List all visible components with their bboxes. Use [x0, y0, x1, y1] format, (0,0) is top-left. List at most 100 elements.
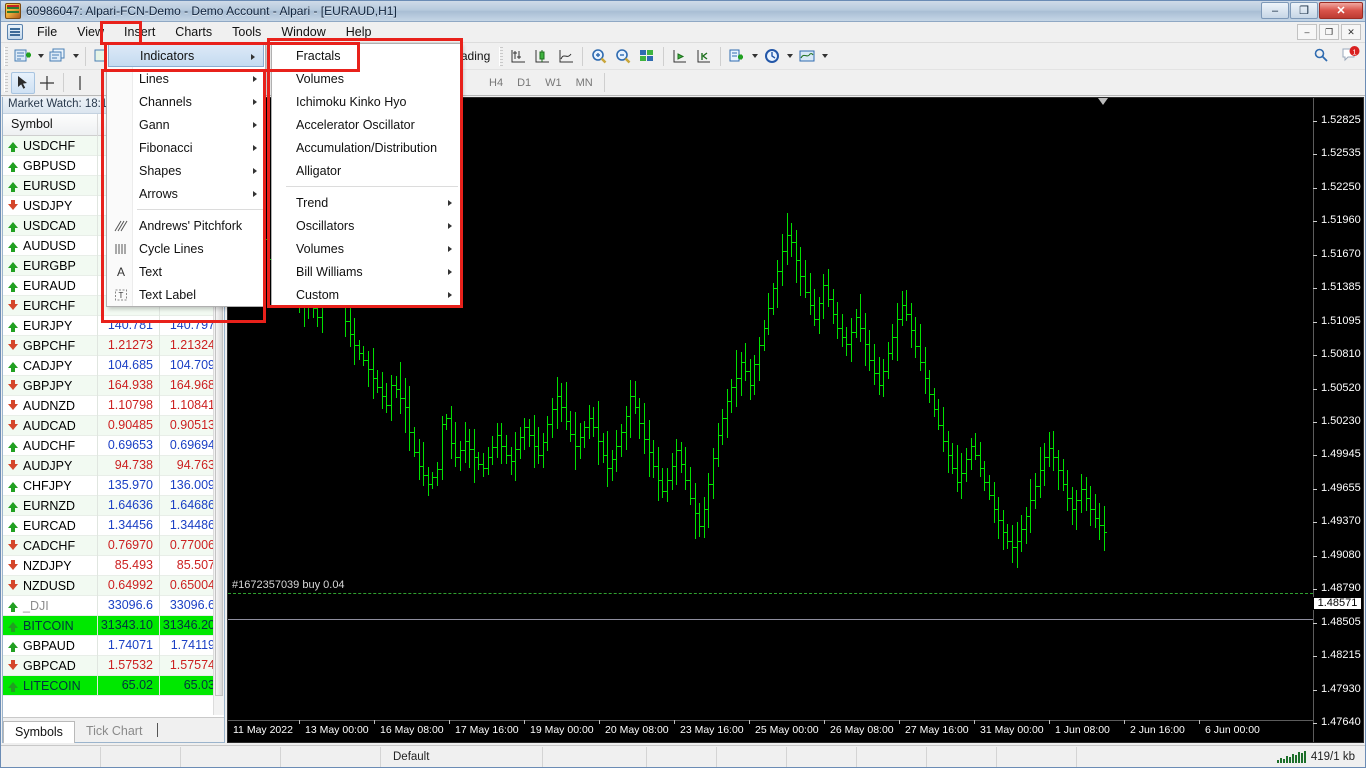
mdi-restore-button[interactable]: ❐: [1319, 24, 1339, 40]
new-object-icon[interactable]: [725, 45, 749, 67]
table-row[interactable]: GBPAUD 1.74071 1.74119: [3, 635, 224, 656]
menu-tools[interactable]: Tools: [222, 22, 271, 43]
symbol-cell[interactable]: GBPCAD: [3, 655, 98, 676]
symbol-cell[interactable]: EURJPY: [3, 315, 98, 336]
indicator-item-custom[interactable]: Custom: [272, 283, 460, 306]
menu-view[interactable]: View: [67, 22, 114, 43]
table-row[interactable]: GBPCHF 1.21273 1.21324: [3, 335, 224, 356]
tile-windows-icon[interactable]: [635, 45, 659, 67]
menu-item-fibonacci[interactable]: Fibonacci: [107, 136, 265, 159]
period-dropdown-icon[interactable]: [784, 45, 795, 67]
symbol-cell[interactable]: GBPAUD: [3, 635, 98, 656]
symbol-cell[interactable]: _DJI: [3, 595, 98, 616]
menu-item-gann[interactable]: Gann: [107, 113, 265, 136]
menu-insert[interactable]: Insert: [114, 22, 165, 43]
period-clock-icon[interactable]: [760, 45, 784, 67]
symbol-cell[interactable]: CADCHF: [3, 535, 98, 556]
symbol-cell[interactable]: EURCAD: [3, 515, 98, 536]
symbol-cell[interactable]: EURUSD: [3, 175, 98, 196]
toolbar-grip[interactable]: [4, 46, 8, 66]
table-row[interactable]: _DJI 33096.6 33096.6: [3, 595, 224, 616]
status-connection[interactable]: 419/1 kb: [1276, 750, 1365, 763]
indicator-item-volumes[interactable]: Volumes: [272, 237, 460, 260]
new-chart-icon[interactable]: [11, 45, 35, 67]
symbol-cell[interactable]: NZDJPY: [3, 555, 98, 576]
symbol-cell[interactable]: GBPJPY: [3, 375, 98, 396]
symbol-cell[interactable]: AUDNZD: [3, 395, 98, 416]
notifications-icon[interactable]: 1: [1341, 46, 1361, 67]
templates-icon[interactable]: [795, 45, 819, 67]
status-profile[interactable]: Default: [381, 746, 543, 767]
table-row[interactable]: NZDUSD 0.64992 0.65004: [3, 575, 224, 596]
symbol-cell[interactable]: EURCHF: [3, 295, 98, 316]
zoom-out-icon[interactable]: [611, 45, 635, 67]
menu-item-indicators[interactable]: Indicators: [108, 44, 264, 67]
table-row[interactable]: AUDJPY 94.738 94.763: [3, 455, 224, 476]
symbol-cell[interactable]: CADJPY: [3, 355, 98, 376]
new-object-dropdown-icon[interactable]: [749, 45, 760, 67]
menu-item-shapes[interactable]: Shapes: [107, 159, 265, 182]
indicator-item-trend[interactable]: Trend: [272, 191, 460, 214]
symbol-cell[interactable]: USDJPY: [3, 195, 98, 216]
menu-item-cycle-lines[interactable]: Cycle Lines: [107, 237, 265, 260]
close-button[interactable]: ✕: [1319, 2, 1363, 19]
symbol-cell[interactable]: CHFJPY: [3, 475, 98, 496]
line-chart-icon[interactable]: [554, 45, 578, 67]
crosshair-cursor-icon[interactable]: [35, 72, 59, 94]
profiles-dropdown-icon[interactable]: [70, 45, 81, 67]
indicator-item-ichimoku-kinko-hyo[interactable]: Ichimoku Kinko Hyo: [272, 90, 460, 113]
column-header-symbol[interactable]: Symbol: [3, 113, 98, 136]
menu-window[interactable]: Window: [271, 22, 335, 43]
table-row[interactable]: GBPCAD 1.57532 1.57574: [3, 655, 224, 676]
symbol-cell[interactable]: AUDUSD: [3, 235, 98, 256]
minimize-button[interactable]: –: [1261, 2, 1289, 19]
symbol-cell[interactable]: EURNZD: [3, 495, 98, 516]
mdi-document-icon[interactable]: [7, 24, 23, 40]
symbol-cell[interactable]: EURAUD: [3, 275, 98, 296]
symbol-cell[interactable]: LITECOIN: [3, 675, 98, 696]
table-row[interactable]: EURCAD 1.34456 1.34486: [3, 515, 224, 536]
indicator-item-oscillators[interactable]: Oscillators: [272, 214, 460, 237]
zoom-in-icon[interactable]: [587, 45, 611, 67]
chart-time-axis[interactable]: 11 May 2022 13 May 00:00 16 May 08:00 17 Ma…: [228, 720, 1313, 742]
indicator-item-bill-williams[interactable]: Bill Williams: [272, 260, 460, 283]
indicator-item-accelerator-oscillator[interactable]: Accelerator Oscillator: [272, 113, 460, 136]
symbol-cell[interactable]: USDCAD: [3, 215, 98, 236]
toolbar-grip-2[interactable]: [499, 46, 504, 66]
symbol-cell[interactable]: EURGBP: [3, 255, 98, 276]
new-chart-dropdown-icon[interactable]: [35, 45, 46, 67]
bar-chart-icon[interactable]: [530, 45, 554, 67]
vertical-line-icon[interactable]: [68, 72, 92, 94]
table-row[interactable]: NZDJPY 85.493 85.507: [3, 555, 224, 576]
symbol-cell[interactable]: USDCHF: [3, 136, 98, 156]
cursor-tool-icon[interactable]: [11, 71, 35, 94]
table-row[interactable]: AUDCAD 0.90485 0.90513: [3, 415, 224, 436]
menu-item-lines[interactable]: Lines: [107, 67, 265, 90]
table-row[interactable]: GBPJPY 164.938 164.968: [3, 375, 224, 396]
menu-item-text[interactable]: A Text: [107, 260, 265, 283]
table-row[interactable]: EURNZD 1.64636 1.64686: [3, 495, 224, 516]
tab-symbols[interactable]: Symbols: [3, 721, 75, 743]
symbol-cell[interactable]: AUDCHF: [3, 435, 98, 456]
symbol-cell[interactable]: GBPUSD: [3, 155, 98, 176]
table-row[interactable]: AUDCHF 0.69653 0.69694: [3, 435, 224, 456]
shift-chart-icon[interactable]: [668, 45, 692, 67]
indicator-item-fractals[interactable]: Fractals: [272, 44, 460, 67]
table-row[interactable]: CADCHF 0.76970 0.77006: [3, 535, 224, 556]
timeframe-mn-button[interactable]: MN: [569, 75, 600, 91]
menu-item-andrews-pitchfork[interactable]: Andrews' Pitchfork: [107, 214, 265, 237]
symbol-cell[interactable]: NZDUSD: [3, 575, 98, 596]
chart-price-axis[interactable]: 1.48571 1.52825 1.52535 1.52250 1.51960 1.51…: [1313, 98, 1363, 742]
auto-scroll-icon[interactable]: [692, 45, 716, 67]
indicator-item-accumulation-distribution[interactable]: Accumulation/Distribution: [272, 136, 460, 159]
search-icon[interactable]: [1313, 47, 1329, 66]
timeframe-h4-button[interactable]: H4: [482, 75, 510, 91]
timeframe-d1-button[interactable]: D1: [510, 75, 538, 91]
mdi-close-button[interactable]: ✕: [1341, 24, 1361, 40]
tab-tick-chart[interactable]: Tick Chart: [75, 721, 154, 742]
symbol-cell[interactable]: AUDJPY: [3, 455, 98, 476]
table-row[interactable]: LITECOIN 65.02 65.03: [3, 675, 224, 696]
indicator-item-alligator[interactable]: Alligator: [272, 159, 460, 182]
table-row[interactable]: CADJPY 104.685 104.709: [3, 355, 224, 376]
menu-item-text-label[interactable]: T Text Label: [107, 283, 265, 306]
